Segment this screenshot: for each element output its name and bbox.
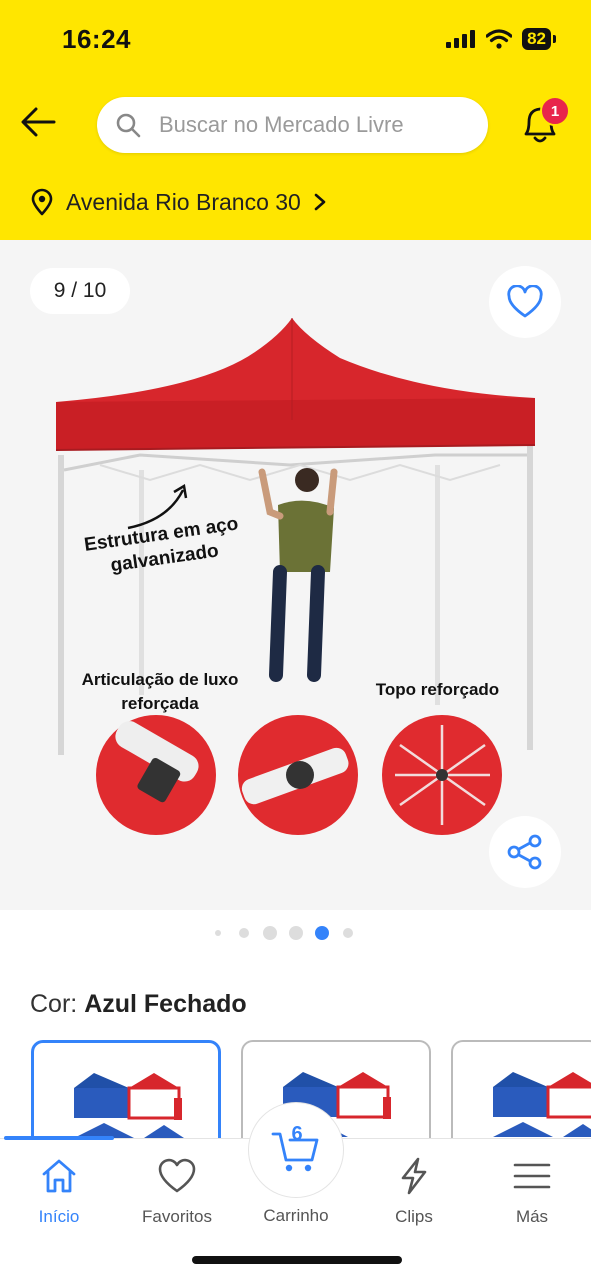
cart-count: 6 — [291, 1123, 303, 1145]
search-icon — [116, 113, 141, 138]
nav-item-clips[interactable]: Clips — [359, 1156, 469, 1227]
color-variant-option[interactable] — [451, 1040, 591, 1150]
location-pin-icon — [31, 188, 53, 216]
pagination-dot[interactable] — [343, 928, 353, 938]
menu-icon — [513, 1163, 551, 1189]
nav-label-carrinho: Carrinho — [263, 1206, 329, 1225]
caption-joint: Articulação de luxo reforçada — [81, 670, 239, 713]
nav-item-mas[interactable]: Más — [477, 1156, 587, 1227]
color-label: Cor: Azul Fechado — [30, 990, 247, 1019]
product-image-gallery[interactable]: Estrutura em aço galvanizado Articulação… — [0, 240, 591, 910]
caption-top: Topo reforçado — [375, 680, 500, 699]
nav-label-inicio: Início — [38, 1207, 80, 1226]
heart-icon — [158, 1158, 196, 1193]
nav-label-favoritos: Favoritos — [142, 1207, 212, 1226]
back-arrow-icon[interactable] — [18, 104, 58, 140]
app-screen: 16:24 82 Buscar no Mercado Livre 1 Aveni… — [0, 0, 591, 1280]
nav-item-inicio[interactable]: Início — [4, 1156, 114, 1227]
variant-thumbnail — [493, 1072, 591, 1137]
nav-item-favoritos[interactable]: Favoritos — [122, 1156, 232, 1227]
search-input[interactable]: Buscar no Mercado Livre — [97, 97, 488, 153]
pagination-dot-active[interactable] — [315, 926, 329, 940]
nav-active-indicator — [4, 1136, 114, 1140]
wifi-icon — [486, 29, 513, 49]
search-placeholder: Buscar no Mercado Livre — [159, 112, 404, 137]
nav-label-mas: Más — [515, 1207, 549, 1226]
header-bar: 16:24 82 Buscar no Mercado Livre 1 Aveni… — [0, 0, 591, 240]
battery-indicator: 82 — [522, 28, 556, 50]
variant-thumbnail — [74, 1073, 184, 1138]
status-icons: 82 — [446, 28, 556, 50]
pagination-dot[interactable] — [289, 926, 303, 940]
address-text: Avenida Rio Branco 30 — [66, 188, 301, 215]
chevron-right-icon — [314, 193, 326, 211]
pagination-dot[interactable] — [239, 928, 249, 938]
favorite-button[interactable] — [489, 266, 561, 338]
share-button[interactable] — [489, 816, 561, 888]
lightning-icon — [401, 1157, 427, 1195]
signal-icon — [446, 30, 476, 48]
color-variant-option[interactable] — [31, 1040, 221, 1150]
gallery-pagination[interactable] — [0, 922, 591, 944]
home-indicator — [192, 1256, 402, 1264]
address-selector[interactable]: Avenida Rio Branco 30 — [30, 188, 327, 216]
status-time: 16:24 — [62, 24, 131, 54]
home-icon — [42, 1159, 76, 1193]
share-icon — [507, 834, 542, 870]
color-label-prefix: Cor: — [30, 990, 78, 1018]
nav-label-clips: Clips — [395, 1207, 433, 1226]
color-label-value: Azul Fechado — [84, 990, 247, 1018]
nav-item-carrinho[interactable]: 6 — [248, 1102, 344, 1198]
heart-icon — [507, 285, 543, 318]
notification-badge: 1 — [540, 96, 570, 126]
pagination-dot[interactable] — [215, 930, 221, 936]
image-counter: 9 / 10 — [30, 268, 130, 314]
pagination-dot[interactable] — [263, 926, 277, 940]
